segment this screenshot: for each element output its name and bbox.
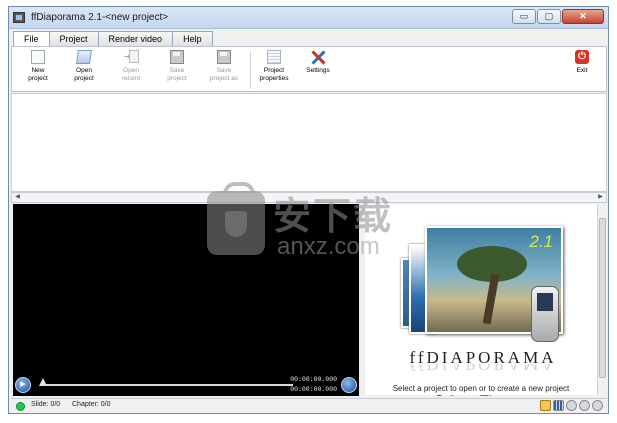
project-properties-button[interactable]: Project properties <box>254 50 294 82</box>
project-properties-label: Project properties <box>260 67 289 82</box>
grid-view-icon[interactable] <box>553 400 564 411</box>
save-project-label-line2: project <box>167 74 187 82</box>
end-button[interactable] <box>341 377 357 393</box>
browse-folder-icon[interactable] <box>540 400 551 411</box>
app-window: ffDiaporama 2.1-<new project> ▭ ▢ ✕ File… <box>8 6 609 414</box>
new-document-icon <box>31 50 45 64</box>
preview-vertical-scrollbar[interactable] <box>597 204 607 395</box>
properties-icon <box>267 50 281 64</box>
settings-button[interactable]: Settings <box>298 50 338 75</box>
close-button[interactable]: ✕ <box>562 9 604 24</box>
brand-logo-reflection: ffDIAPORAMA <box>409 364 557 374</box>
ribbon-toolbar: Newproject Openproject Openrecent Savepr… <box>11 46 607 92</box>
maximize-button[interactable]: ▢ <box>537 9 561 24</box>
tab-project[interactable]: Project <box>48 31 99 46</box>
new-project-button[interactable]: New project <box>18 50 58 82</box>
title-bar[interactable]: ffDiaporama 2.1-<new project> ▭ ▢ ✕ <box>9 7 608 29</box>
video-player <box>13 204 359 395</box>
open-project-label-line1: Open <box>76 67 92 74</box>
zoom-reset-icon[interactable] <box>566 400 577 411</box>
open-project-label-line2: project <box>74 74 94 82</box>
hint-text: Select a project to open or to create a … <box>392 384 570 393</box>
exit-label: Exit <box>576 67 588 74</box>
open-folder-icon <box>76 50 92 64</box>
settings-label: Settings <box>306 67 330 74</box>
open-recent-button[interactable]: Openrecent <box>111 50 151 82</box>
ribbon-separator <box>250 51 251 89</box>
tab-file[interactable]: File <box>13 31 50 47</box>
project-preview-panel: 2.1 ffDIAPORAMA ffDIAPORAMA Select a pro… <box>365 204 597 396</box>
timeline-horizontal-scrollbar[interactable]: ◀ ▶ <box>11 192 607 203</box>
new-project-label-line1: New <box>31 67 45 74</box>
chapter-counter: Chapter: 0/0 <box>72 401 111 408</box>
zoom-out-icon[interactable] <box>592 400 603 411</box>
tools-icon <box>311 50 325 64</box>
scroll-right-icon[interactable]: ▶ <box>595 193 606 202</box>
timeline-area[interactable] <box>11 93 607 192</box>
player-controls: ▶ 00:00:00.000 00:00:00.000 <box>13 374 359 396</box>
power-icon: ⏻ <box>575 50 589 64</box>
open-recent-label: Open recent <box>122 67 140 82</box>
open-recent-label-line1: Open <box>123 67 139 74</box>
menu-tabs: File Project Render video Help <box>13 31 213 47</box>
new-project-label-line2: project <box>28 74 48 82</box>
status-bar: Slide: 0/0 Chapter: 0/0 <box>11 398 607 413</box>
hint-text-cutoff: To discover ffDiaporama: <box>365 394 597 396</box>
recent-files-icon <box>124 50 139 64</box>
seek-track[interactable] <box>43 384 293 386</box>
slide-counter: Slide: 0/0 <box>31 401 61 408</box>
exit-button[interactable]: ⏻ Exit <box>562 50 602 75</box>
open-project-label: Open project <box>74 67 94 82</box>
seek-thumb[interactable] <box>39 378 47 386</box>
save-project-label-line1: Save <box>169 67 185 74</box>
total-time: 00:00:00.000 <box>290 386 337 393</box>
save-project-as-button[interactable]: Save project as <box>204 50 244 82</box>
new-project-label: New project <box>28 67 48 82</box>
save-project-as-label-line1: Save <box>216 67 232 74</box>
status-indicator-icon <box>16 402 25 411</box>
save-project-as-label: Save project as <box>210 67 238 82</box>
save-project-as-label-line2: project as <box>209 74 239 82</box>
project-properties-label-line1: Project <box>263 67 285 74</box>
status-tools <box>540 400 603 411</box>
play-button[interactable]: ▶ <box>15 377 31 393</box>
minimize-button[interactable]: ▭ <box>512 9 536 24</box>
open-project-button[interactable]: Open project <box>64 50 104 82</box>
window-controls: ▭ ▢ ✕ <box>512 9 604 24</box>
save-project-button[interactable]: Save project <box>157 50 197 82</box>
tab-render-video[interactable]: Render video <box>97 31 174 46</box>
zoom-in-icon[interactable] <box>579 400 590 411</box>
save-project-label: Save project <box>167 67 187 82</box>
floppy-disk-as-icon <box>217 50 231 64</box>
current-time: 00:00:00.000 <box>290 376 337 383</box>
window-title: ffDiaporama 2.1-<new project> <box>31 12 169 23</box>
app-icon <box>13 12 25 23</box>
media-player-device-icon <box>531 286 559 342</box>
open-recent-label-line2: recent <box>121 74 141 82</box>
scrollbar-thumb[interactable] <box>599 218 606 378</box>
version-label: 2.1 <box>529 232 553 251</box>
tab-help[interactable]: Help <box>172 31 213 46</box>
project-properties-label-line2: properties <box>259 74 289 82</box>
floppy-disk-icon <box>170 50 184 64</box>
scroll-left-icon[interactable]: ◀ <box>12 193 23 202</box>
